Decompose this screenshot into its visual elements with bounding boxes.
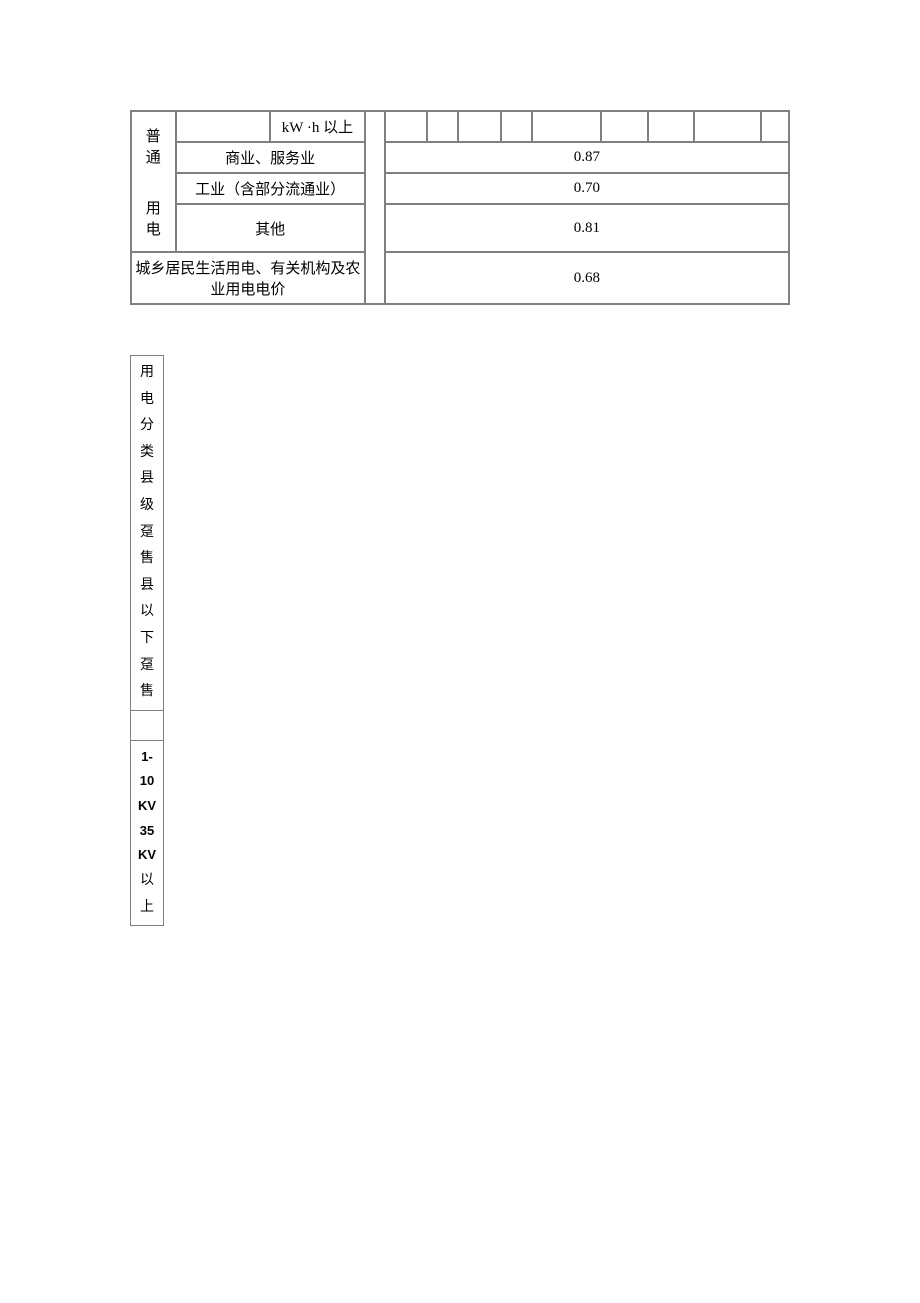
- voltage-text: 35: [135, 819, 159, 844]
- empty-cell: [385, 111, 427, 142]
- char: 趸: [135, 520, 159, 547]
- empty-cell: [761, 111, 789, 142]
- empty-cell: [176, 111, 271, 142]
- char: 下: [135, 626, 159, 653]
- kwh-header: kW ·h 以上: [270, 111, 365, 142]
- voltage-text: 以: [135, 868, 159, 895]
- char: 售: [135, 679, 159, 706]
- char: 级: [135, 493, 159, 520]
- row-value: 0.70: [385, 173, 789, 204]
- header-char: 普: [134, 125, 173, 146]
- voltage-text: KV: [135, 794, 159, 819]
- footer-label: 城乡居民生活用电、有关机构及农业用电电价: [131, 252, 365, 304]
- header-char: 用: [134, 197, 173, 218]
- empty-cell: [694, 111, 761, 142]
- footer-value: 0.68: [385, 252, 789, 304]
- voltage-text: 10: [135, 769, 159, 794]
- empty-cell: [501, 111, 532, 142]
- spacer-col: [365, 111, 385, 304]
- row-label: 商业、服务业: [176, 142, 365, 173]
- char: 县: [135, 573, 159, 600]
- vertical-category-cell: 用 电 分 类 县 级 趸 售 县 以 下 趸 售: [131, 356, 164, 711]
- char: 趸: [135, 653, 159, 680]
- header-char: 电: [134, 218, 173, 239]
- char: 电: [135, 387, 159, 414]
- voltage-text: KV: [135, 843, 159, 868]
- voltage-text: 上: [135, 895, 159, 922]
- electricity-pricing-table: 普 通 用 电 kW ·h 以上 商业、服务业 0.87 工业（含部分流通业） …: [130, 110, 790, 305]
- empty-cell: [131, 710, 164, 740]
- voltage-text: 1-: [135, 745, 159, 770]
- voltage-cell: 1- 10 KV 35 KV 以 上: [131, 740, 164, 926]
- row-label: 工业（含部分流通业）: [176, 173, 365, 204]
- row-value: 0.87: [385, 142, 789, 173]
- category-header: 普 通 用 电: [131, 111, 176, 252]
- char: 分: [135, 413, 159, 440]
- empty-cell: [648, 111, 695, 142]
- empty-cell: [601, 111, 648, 142]
- char: 售: [135, 546, 159, 573]
- header-char: 通: [134, 146, 173, 167]
- category-voltage-table: 用 电 分 类 县 级 趸 售 县 以 下 趸 售 1- 10 KV: [130, 355, 164, 926]
- char: 类: [135, 440, 159, 467]
- empty-cell: [458, 111, 500, 142]
- char: 用: [135, 360, 159, 387]
- empty-cell: [532, 111, 601, 142]
- char: 县: [135, 466, 159, 493]
- row-label: 其他: [176, 204, 365, 252]
- row-value: 0.81: [385, 204, 789, 252]
- char: 以: [135, 599, 159, 626]
- empty-cell: [427, 111, 458, 142]
